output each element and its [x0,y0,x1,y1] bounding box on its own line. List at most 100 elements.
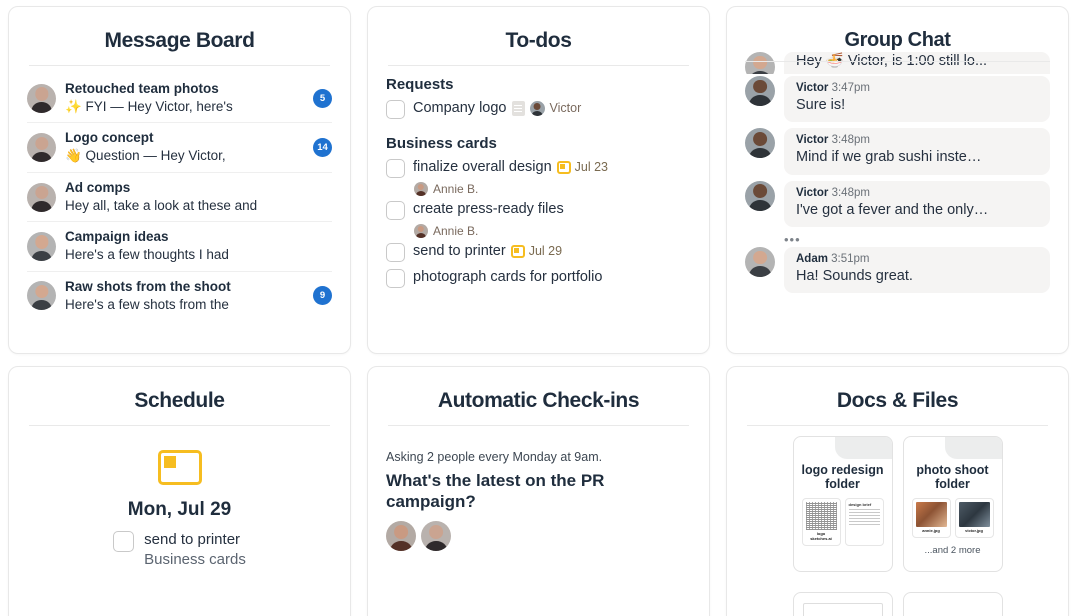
chat-time: 3:51pm [831,253,870,266]
folder-card[interactable]: photo shoot folder annie.jpg victor.jpg … [902,436,1003,572]
file-thumbnail[interactable]: logo sketches.ai [801,497,841,546]
chat-row[interactable]: Victor 3:48pm Mind if we grab sushi inst… [745,128,1050,175]
file-thumbnail[interactable]: victor.jpg [954,497,994,538]
checkins-question[interactable]: What's the latest on the PR campaign? [386,471,691,512]
folder-tab-icon [834,437,892,459]
dashboard-grid: Message Board Retouched team photos ✨ FY… [0,0,1077,616]
divider [388,65,689,66]
more-files-label: ...and 2 more [924,544,981,556]
photo-preview [958,501,990,527]
folder-name: logo redesign folder [801,463,884,492]
chat-text: Ha! Sounds great. [796,267,913,284]
message-body: Ad comps Hey all, take a look at these a… [65,180,304,214]
calendar-icon [157,450,202,485]
document-icon [511,101,525,117]
message-subject: Ad comps [65,179,131,195]
text-lines [848,508,880,525]
schedule-entry-title: send to printer [144,531,241,548]
file-name: victor.jpg [965,527,983,533]
todo-group-name: Requests [386,76,454,93]
list-item[interactable]: Ad comps Hey all, take a look at these a… [27,173,332,223]
file-thumbnail[interactable] [802,603,883,616]
chat-message-clipped[interactable]: Hey 🍜 Victor, is 1:00 still lo... [745,52,1050,74]
chat-row[interactable]: Hey 🍜 Victor, is 1:00 still lo... [745,52,1050,74]
chat-bubble: Victor 3:47pm Sure is! [784,76,1050,123]
avatar [414,224,428,238]
todo-text-wrap: photograph cards for portfolio [413,268,602,288]
chat-row[interactable]: Victor 3:47pm Sure is! [745,76,1050,123]
file-name: logo sketches.ai [810,530,832,541]
message-body: Raw shots from the shoot Here's a few sh… [65,279,304,313]
message-subject: Logo concept [65,130,154,146]
todo-entry: create press-ready files Annie B. [386,196,691,238]
schedule-body: Mon, Jul 29 send to printer Business car… [27,436,332,569]
schedule-card[interactable]: Schedule Mon, Jul 29 send to printer Bus… [8,366,351,616]
folder-grid: logo redesign folder logo sketches.ai de… [745,436,1050,616]
file-thumbnail[interactable]: annie.jpg [911,497,951,538]
docs-files-card[interactable]: Docs & Files logo redesign folder logo s… [726,366,1069,616]
checkins-subtitle: Asking 2 people every Monday at 9am. [386,450,603,464]
todo-checkbox[interactable] [386,159,405,178]
message-board-card[interactable]: Message Board Retouched team photos ✨ FY… [8,6,351,354]
divider [745,61,1050,62]
schedule-entry[interactable]: send to printer Business cards [27,530,332,569]
chat-row[interactable]: Victor 3:48pm I've got a fever and the o… [745,180,1050,228]
todo-assignee-row: Annie B. [414,224,691,238]
list-item[interactable]: Logo concept 👋 Question — Hey Victor, 14 [27,123,332,173]
chat-bubble: Victor 3:48pm Mind if we grab sushi inst… [784,128,1050,175]
status-badge: 5 [313,88,332,108]
group-chat-card[interactable]: Group Chat Hey 🍜 Victor, is 1:00 still l… [726,6,1069,354]
checkins-participants [386,521,691,552]
chat-text: I've got a fever and the only… [796,201,989,218]
avatar [745,180,775,211]
checkins-card[interactable]: Automatic Check-ins Asking 2 people ever… [367,366,710,616]
file-name: annie.jpg [922,527,940,533]
todo-item[interactable]: finalize overall design Jul 23 [386,154,691,180]
schedule-entry-subtitle: Business cards [144,550,246,568]
chat-time: 3:47pm [831,82,870,94]
todo-item[interactable]: photograph cards for portfolio [386,264,691,290]
docs-files-title: Docs & Files [836,389,959,412]
due-date-chip: Jul 23 [556,159,608,176]
chat-row[interactable]: Adam 3:51pm Ha! Sounds great. [745,247,1050,294]
schedule-checkbox[interactable] [113,531,135,552]
message-snippet: 👋 Question — Hey Victor, [65,148,226,164]
todos-card[interactable]: To-dos Requests Company logo Victor Busi… [367,6,710,354]
todo-assignee-row: Annie B. [414,182,691,196]
chat-message-list[interactable]: Hey 🍜 Victor, is 1:00 still lo... Victor… [745,52,1050,294]
folder-card[interactable]: logo redesign folder logo sketches.ai de… [792,436,893,572]
chat-text: Mind if we grab sushi inste… [796,149,982,166]
todo-label: Company logo [413,100,507,116]
message-body: Campaign ideas Here's a few thoughts I h… [65,229,304,263]
chat-meta: Victor 3:47pm [796,82,1038,96]
status-badge: 14 [313,138,332,158]
message-list: Retouched team photos ✨ FYI — Hey Victor… [27,74,332,320]
folder-card[interactable] [902,592,1003,616]
docs-files-cell: Docs & Files logo redesign folder logo s… [718,360,1077,616]
chat-time: 3:48pm [831,134,870,147]
checkins-body: Asking 2 people every Monday at 9am. Wha… [386,436,691,552]
list-item[interactable]: Retouched team photos ✨ FYI — Hey Victor… [27,74,332,124]
schedule-cell: Schedule Mon, Jul 29 send to printer Bus… [0,360,359,616]
folder-name: photo shoot folder [916,463,989,492]
todo-checkbox[interactable] [386,201,405,220]
divider [29,65,330,66]
list-item[interactable]: Raw shots from the shoot Here's a few sh… [27,272,332,320]
folder-tab-icon [944,437,1002,459]
chat-meta: Victor 3:48pm [796,134,1038,148]
todo-assignee: Annie B. [433,224,479,238]
todo-item[interactable]: create press-ready files [386,196,691,222]
todo-item[interactable]: Company logo Victor [386,95,691,121]
list-item[interactable]: Campaign ideas Here's a few thoughts I h… [27,222,332,272]
todo-item[interactable]: send to printer Jul 29 [386,238,691,264]
chat-meta: Adam 3:51pm [796,253,1038,267]
folder-card[interactable] [792,592,893,616]
file-thumbnail[interactable]: design brief [844,497,884,546]
avatar [745,128,775,159]
todo-label: photograph cards for portfolio [413,269,603,285]
todo-checkbox[interactable] [386,269,405,288]
todo-checkbox[interactable] [386,243,405,262]
todo-checkbox[interactable] [386,100,405,119]
todo-group-name: Business cards [386,135,497,152]
todo-group-business-cards: Business cards finalize overall design J… [386,135,691,290]
